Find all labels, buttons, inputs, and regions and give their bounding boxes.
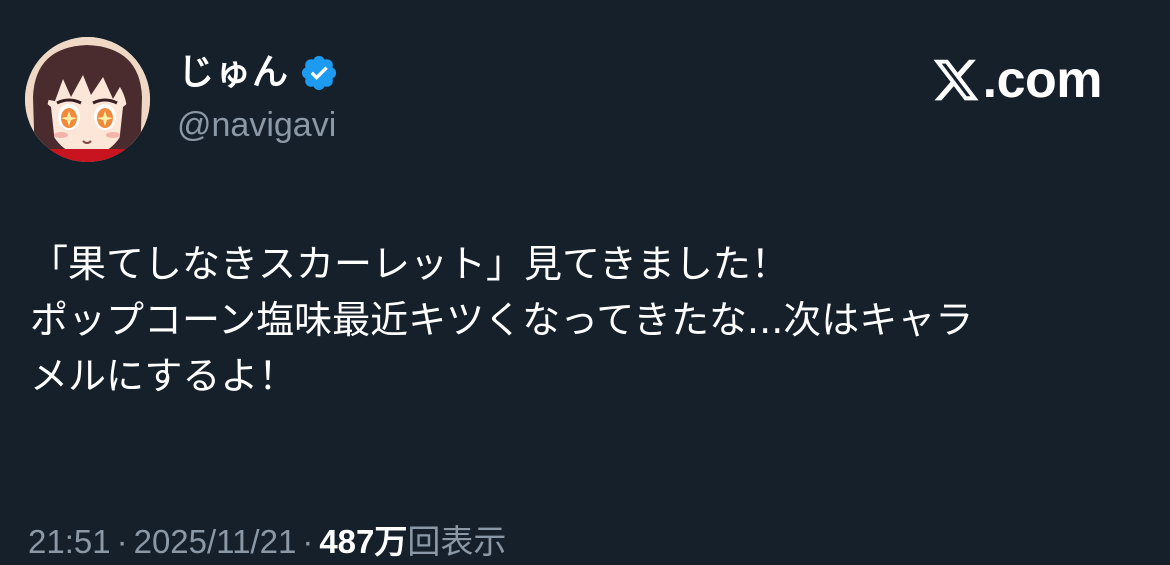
tweet-text-line: ポップコーン塩味最近キツくなってきたな...次はキャラ: [30, 298, 974, 342]
tweet-text-line: 「果てしなきスカーレット」見てきました！: [30, 242, 789, 286]
meta-separator: ·: [302, 523, 314, 560]
x-logo-icon: [931, 55, 981, 105]
verified-badge-icon: [299, 53, 339, 93]
meta-separator: ·: [116, 523, 128, 560]
tweet-meta: 21:51 · 2025/11/21 · 487万回表示: [28, 517, 506, 565]
author-handle[interactable]: @navigavi: [177, 100, 336, 150]
site-logo[interactable]: .com: [931, 50, 1103, 110]
tweet-text: 「果てしなきスカーレット」見てきました！ ポップコーン塩味最近キツくなってきたな…: [30, 236, 1155, 404]
tweet-time[interactable]: 21:51: [28, 523, 111, 560]
author-avatar[interactable]: [25, 37, 150, 162]
views-count: 487万: [319, 523, 408, 560]
site-domain: .com: [982, 51, 1103, 109]
author-display-name[interactable]: じゅん: [178, 46, 289, 100]
tweet-text-line: メルにするよ！: [30, 354, 297, 398]
anime-girl-avatar-icon: [25, 37, 150, 162]
views-label: 回表示: [407, 523, 507, 560]
author-name-row: じゅん: [178, 46, 339, 100]
tweet-date[interactable]: 2025/11/21: [134, 523, 297, 560]
